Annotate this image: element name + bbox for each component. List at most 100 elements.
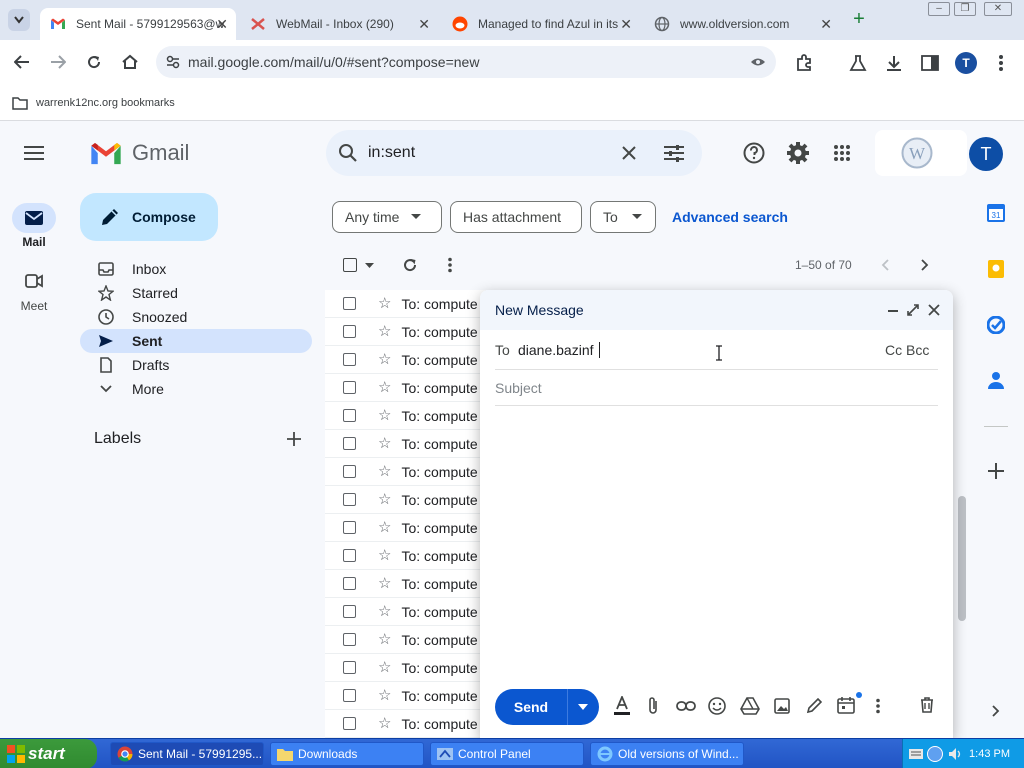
table-row[interactable]: ☆ To: compute [325,318,485,346]
star-icon[interactable]: ☆ [378,660,391,675]
table-row[interactable]: ☆ To: compute [325,514,485,542]
cc-bcc-link[interactable]: Cc Bcc [885,342,929,358]
taskbar-item-old-versions[interactable]: Old versions of Wind... [590,742,744,766]
subject-input[interactable]: Subject [495,380,542,396]
keep-icon[interactable] [987,260,1005,278]
nav-starred[interactable]: Starred [80,281,312,305]
nav-inbox[interactable]: Inbox [80,257,312,281]
search-icon[interactable] [338,143,358,163]
formatting-icon[interactable] [613,696,631,716]
table-row[interactable]: ☆ To: compute [325,710,485,738]
taskbar-item-sent-mail[interactable]: Sent Mail - 57991295... [110,742,264,766]
tab-sent-mail[interactable]: Sent Mail - 5799129563@w ✕ [40,8,236,40]
tray-expand-icon[interactable] [927,746,943,762]
table-row[interactable]: ☆ To: compute [325,430,485,458]
advanced-search-link[interactable]: Advanced search [672,209,788,225]
close-tab-icon[interactable]: ✕ [820,16,832,33]
tab-reddit[interactable]: Managed to find Azul in its ✕ [442,8,640,40]
restore-window-button[interactable]: ❐ [954,2,976,16]
more-compose-options-icon[interactable] [875,698,881,714]
refresh-icon[interactable] [402,257,418,273]
star-icon[interactable]: ☆ [378,548,391,563]
row-checkbox[interactable] [343,437,356,450]
home-icon[interactable] [121,54,139,70]
meet-video-icon[interactable] [25,274,43,288]
row-checkbox[interactable] [343,381,356,394]
row-checkbox[interactable] [343,297,356,310]
extensions-icon[interactable] [795,54,813,72]
row-checkbox[interactable] [343,465,356,478]
message-body[interactable] [495,408,938,678]
new-tab-button[interactable]: + [848,9,870,31]
compose-button[interactable]: Compose [80,193,218,241]
search-input[interactable]: in:sent [368,144,415,162]
fullscreen-icon[interactable] [907,304,919,316]
address-bar[interactable]: mail.google.com/mail/u/0/#sent?compose=n… [156,46,776,78]
star-icon[interactable]: ☆ [378,604,391,619]
account-avatar[interactable]: T [969,137,1003,171]
tab-webmail[interactable]: WebMail - Inbox (290) ✕ [240,8,438,40]
reload-icon[interactable] [86,54,102,70]
taskbar-item-downloads[interactable]: Downloads [270,742,424,766]
drive-icon[interactable] [740,697,760,715]
close-tab-icon[interactable]: ✕ [620,16,632,33]
next-page-icon[interactable] [921,259,929,271]
row-checkbox[interactable] [343,325,356,338]
minimize-icon[interactable] [888,310,898,313]
subject-field[interactable]: Subject [495,370,938,406]
tasks-icon[interactable] [987,316,1005,334]
minimize-window-button[interactable]: – [928,2,950,16]
profile-avatar[interactable]: T [955,52,977,74]
star-icon[interactable]: ☆ [378,380,391,395]
signature-pen-icon[interactable] [806,698,822,714]
nav-snoozed[interactable]: Snoozed [80,305,312,329]
star-icon[interactable]: ☆ [378,520,391,535]
select-dropdown-icon[interactable] [365,263,374,268]
table-row[interactable]: ☆ To: compute [325,402,485,430]
eye-icon[interactable] [750,55,766,69]
nav-more[interactable]: More [80,377,312,401]
row-checkbox[interactable] [343,409,356,422]
close-compose-icon[interactable] [928,304,940,316]
filter-to[interactable]: To [590,201,656,233]
table-row[interactable]: ☆ To: compute [325,654,485,682]
site-info-icon[interactable] [166,55,180,69]
help-icon[interactable] [743,142,765,164]
clear-search-icon[interactable] [622,146,636,160]
star-icon[interactable]: ☆ [378,436,391,451]
row-checkbox[interactable] [343,353,356,366]
apps-grid-icon[interactable] [833,144,851,162]
search-options-icon[interactable] [664,144,684,162]
browser-menu-icon[interactable] [998,54,1004,72]
rail-mail-button[interactable] [12,203,56,233]
contacts-icon[interactable] [987,371,1005,389]
main-menu-icon[interactable] [24,146,44,160]
star-icon[interactable]: ☆ [378,324,391,339]
star-icon[interactable]: ☆ [378,576,391,591]
compose-header[interactable]: New Message [480,290,953,330]
schedule-send-icon[interactable] [837,696,855,714]
table-row[interactable]: ☆ To: compute [325,486,485,514]
row-checkbox[interactable] [343,717,356,730]
nav-sent[interactable]: Sent [80,329,312,353]
row-checkbox[interactable] [343,521,356,534]
table-row[interactable]: ☆ To: compute [325,290,485,318]
taskbar-item-control-panel[interactable]: Control Panel [430,742,584,766]
settings-gear-icon[interactable] [786,141,810,165]
table-row[interactable]: ☆ To: compute [325,374,485,402]
row-checkbox[interactable] [343,605,356,618]
row-checkbox[interactable] [343,689,356,702]
to-input[interactable]: diane.bazinf [518,342,594,358]
star-icon[interactable]: ☆ [378,688,391,703]
emoji-icon[interactable] [708,697,726,715]
side-panel-icon[interactable] [921,55,939,71]
nav-drafts[interactable]: Drafts [80,353,312,377]
filter-any-time[interactable]: Any time [332,201,442,233]
star-icon[interactable]: ☆ [378,716,391,731]
send-button[interactable]: Send [495,689,567,725]
insert-photo-icon[interactable] [774,698,790,714]
tab-oldversion[interactable]: www.oldversion.com ✕ [644,8,840,40]
star-icon[interactable]: ☆ [378,492,391,507]
row-checkbox[interactable] [343,633,356,646]
prev-page-icon[interactable] [881,259,889,271]
